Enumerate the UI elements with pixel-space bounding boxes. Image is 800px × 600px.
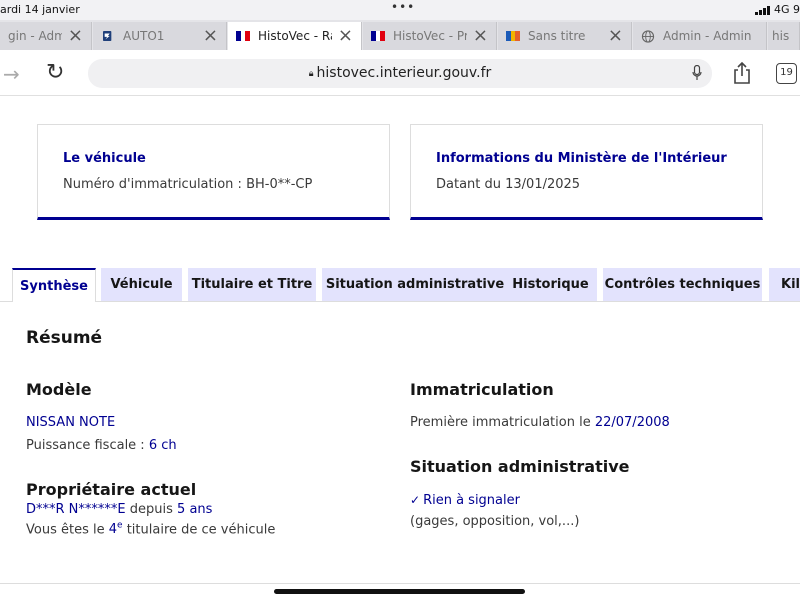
admin-status-text: Rien à signaler <box>423 493 520 508</box>
model-heading: Modèle <box>26 380 92 399</box>
document-flag-icon <box>506 31 520 41</box>
admin-status: ✓ Rien à signaler <box>410 493 520 508</box>
check-icon: ✓ <box>410 493 421 507</box>
tab-controles-techniques[interactable]: Contrôles techniques <box>603 268 762 301</box>
microphone-icon[interactable] <box>692 65 702 81</box>
french-flag-icon <box>371 31 385 41</box>
browser-tab-label: Admin - Admin <box>663 29 752 43</box>
fiscal-power-value: 6 ch <box>148 438 177 453</box>
share-icon[interactable] <box>733 61 751 85</box>
reload-icon[interactable]: ↻ <box>46 60 64 85</box>
model-name: NISSAN NOTE <box>26 415 116 430</box>
fiscal-power: Puissance fiscale : 6 ch <box>26 438 177 453</box>
close-icon[interactable]: × <box>338 27 353 45</box>
browser-tab-histovec-proprietaire[interactable]: HistoVec - Propriétaire × <box>363 22 497 50</box>
lock-icon: 🔒︎ <box>308 69 314 79</box>
fiscal-power-label: Puissance fiscale : <box>26 438 145 453</box>
summary-heading: Résumé <box>26 328 103 348</box>
report-date: Datant du 13/01/2025 <box>436 177 581 192</box>
close-icon[interactable]: × <box>68 27 83 45</box>
status-right: 4G 9 <box>754 3 800 16</box>
browser-tab-label: HistoVec - Propriétaire <box>393 29 467 43</box>
browser-toolbar: → ↻ 🔒︎ histovec.interieur.gouv.fr 19 <box>0 50 800 96</box>
browser-tab-histovec-rapport[interactable]: HistoVec - Rapport × <box>228 22 362 50</box>
owner-heading: Propriétaire actuel <box>26 480 197 499</box>
network-label: 4G 9 <box>773 3 800 16</box>
tab-count-button[interactable]: 19 <box>776 63 797 84</box>
vehicle-card: Le véhicule Numéro d'immatriculation : B… <box>37 124 390 220</box>
french-flag-icon <box>236 31 250 41</box>
holder-rank-line: Vous êtes le 4e titulaire de ce véhicule <box>26 521 275 537</box>
admin-situation-heading: Situation administrative <box>410 457 630 476</box>
browser-tab-label: HistoVec - Rapport <box>258 29 332 43</box>
address-bar[interactable]: 🔒︎ histovec.interieur.gouv.fr <box>88 59 712 88</box>
vehicle-card-title: Le véhicule <box>63 151 146 166</box>
admin-details: (gages, opposition, vol,...) <box>410 514 580 529</box>
holder-suffix: titulaire de ce véhicule <box>126 522 276 538</box>
first-registration-label: Première immatriculation le <box>410 415 591 430</box>
browser-tab-strip: gin - Admin C × AUTO1 × HistoVec - Rappo… <box>0 20 800 50</box>
browser-tab-label: AUTO1 <box>123 29 165 43</box>
browser-tab-label: gin - Admin C <box>8 29 62 43</box>
browser-tab-admin-login[interactable]: gin - Admin C × <box>0 22 92 50</box>
tab-synthese[interactable]: Synthèse <box>12 268 96 302</box>
globe-icon <box>641 29 655 43</box>
report-tabs: Synthèse Véhicule Titulaire et Titre Sit… <box>12 268 800 302</box>
tab-titulaire[interactable]: Titulaire et Titre <box>188 268 316 301</box>
holder-rank: 4e <box>108 521 123 538</box>
tab-kilometrage[interactable]: Kilo <box>769 268 800 301</box>
browser-tab-label: Sans titre <box>528 29 586 43</box>
owner-line: D***R N******E depuis 5 ans <box>26 502 212 517</box>
owner-since-label: depuis <box>129 502 173 517</box>
auto1-favicon-icon <box>103 31 112 41</box>
browser-tab-partial[interactable]: his <box>768 22 800 50</box>
browser-tab-auto1[interactable]: AUTO1 × <box>93 22 227 50</box>
browser-tab-label: his <box>772 29 790 43</box>
tab-vehicule[interactable]: Véhicule <box>101 268 182 301</box>
first-registration: Première immatriculation le 22/07/2008 <box>410 415 670 430</box>
forward-arrow-icon[interactable]: → <box>3 62 20 86</box>
tab-situation-administrative[interactable]: Situation administrative <box>322 268 508 301</box>
close-icon[interactable]: × <box>203 27 218 45</box>
home-indicator[interactable] <box>274 589 525 594</box>
status-date: ardi 14 janvier <box>0 3 80 16</box>
owner-since-value: 5 ans <box>177 502 213 517</box>
status-bar: ardi 14 janvier ••• 4G 9 <box>0 0 800 20</box>
browser-tab-admin[interactable]: Admin - Admin <box>633 22 767 50</box>
close-icon[interactable]: × <box>608 27 623 45</box>
address-text: 🔒︎ histovec.interieur.gouv.fr <box>88 65 712 81</box>
plate-number: Numéro d'immatriculation : BH-0**-CP <box>63 177 313 192</box>
first-registration-date: 22/07/2008 <box>594 415 670 430</box>
ministry-card: Informations du Ministère de l'Intérieur… <box>410 124 763 220</box>
owner-name: D***R N******E <box>26 502 126 517</box>
tab-historique[interactable]: Historique <box>504 268 597 301</box>
ministry-card-title: Informations du Ministère de l'Intérieur <box>436 151 727 166</box>
holder-prefix: Vous êtes le <box>26 522 105 538</box>
browser-tab-sans-titre[interactable]: Sans titre × <box>498 22 632 50</box>
registration-heading: Immatriculation <box>410 380 554 399</box>
url-value: histovec.interieur.gouv.fr <box>316 65 492 81</box>
signal-icon <box>754 5 770 15</box>
multitask-dots-icon[interactable]: ••• <box>391 0 415 14</box>
close-icon[interactable]: × <box>473 27 488 45</box>
